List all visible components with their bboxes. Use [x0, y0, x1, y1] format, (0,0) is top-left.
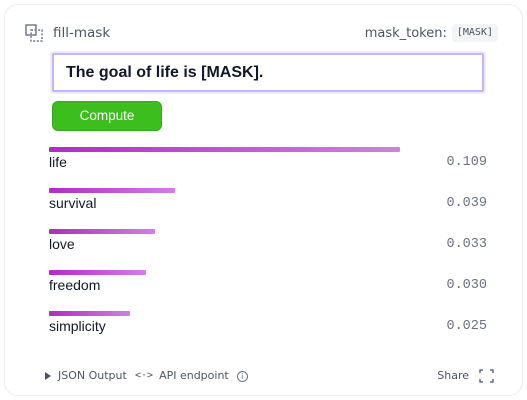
result-label: simplicity [49, 318, 106, 334]
mask-token-chip: [MASK] [451, 24, 498, 42]
result-score: 0.109 [446, 155, 487, 170]
results-list: life 0.109 survival 0.039 love 0.033 freedom 0.… [49, 147, 489, 352]
text-input[interactable]: The goal of life is [MASK]. [52, 53, 484, 92]
fill-mask-icon [25, 24, 43, 42]
score-bar [49, 229, 155, 234]
result-label: love [49, 236, 75, 252]
widget-footer: JSON Output <·> API endpoint i Share [45, 367, 494, 385]
result-score: 0.025 [446, 319, 487, 334]
score-bar [49, 147, 400, 152]
widget-header: fill-mask mask_token: [MASK] [25, 23, 498, 43]
result-row: simplicity 0.025 [49, 311, 489, 352]
mask-token-label: mask_token: [364, 25, 447, 41]
score-bar [49, 311, 130, 316]
score-bar [49, 188, 175, 193]
result-row: survival 0.039 [49, 188, 489, 229]
score-bar [49, 270, 146, 275]
api-endpoint-link[interactable]: <·> API endpoint i [135, 367, 248, 385]
result-row: love 0.033 [49, 229, 489, 270]
result-score: 0.039 [446, 196, 487, 211]
mask-token-info: mask_token: [MASK] [365, 23, 498, 43]
json-output-label: JSON Output [58, 369, 127, 382]
inference-widget: fill-mask mask_token: [MASK] The goal of… [4, 4, 523, 396]
compute-button[interactable]: Compute [52, 101, 162, 131]
result-label: survival [49, 195, 97, 211]
share-label: Share [437, 369, 469, 382]
task-label: fill-mask [53, 25, 111, 41]
triangle-right-icon [45, 372, 51, 380]
json-output-toggle[interactable]: JSON Output [45, 367, 127, 385]
result-row: freedom 0.030 [49, 270, 489, 311]
result-label: freedom [49, 277, 101, 293]
result-row: life 0.109 [49, 147, 489, 188]
info-icon: i [236, 370, 248, 382]
code-icon: <·> [135, 370, 154, 381]
result-score: 0.030 [446, 278, 487, 293]
share-button[interactable]: Share [437, 367, 494, 385]
fullscreen-icon[interactable] [479, 369, 494, 383]
api-endpoint-label: API endpoint [159, 369, 229, 382]
result-label: life [49, 154, 67, 170]
result-score: 0.033 [446, 237, 487, 252]
